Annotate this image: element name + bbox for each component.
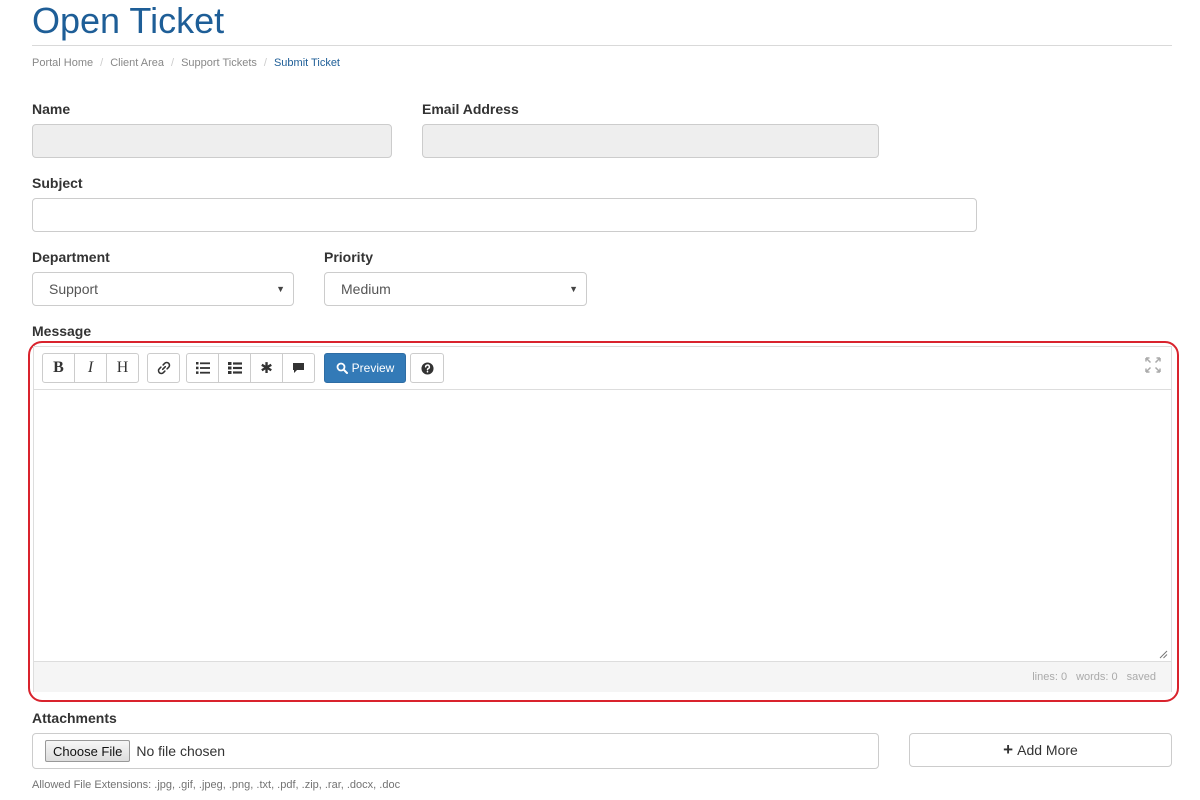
numbered-list-button[interactable] <box>218 353 251 383</box>
quote-button[interactable] <box>282 353 315 383</box>
add-more-button[interactable]: + Add More <box>909 733 1172 767</box>
caret-down-icon: ▼ <box>569 284 578 294</box>
priority-selected-value: Medium <box>341 281 391 297</box>
question-circle-icon <box>420 361 434 375</box>
title-divider <box>32 45 1172 46</box>
email-field[interactable] <box>422 124 879 158</box>
line-count: lines: 0 <box>1032 671 1068 683</box>
link-icon <box>157 361 170 375</box>
search-icon <box>336 362 348 374</box>
department-label: Department <box>32 249 110 265</box>
department-selected-value: Support <box>49 281 99 297</box>
editor-statusbar: lines: 0 words: 0 saved <box>34 661 1171 692</box>
breadcrumb-separator: / <box>171 57 175 69</box>
message-textarea[interactable] <box>34 390 1171 661</box>
markdown-editor: B I H ✱ Preview lines: 0 words: 0 saved <box>33 346 1172 692</box>
allowed-extensions-text: Allowed File Extensions: .jpg, .gif, .jp… <box>32 779 401 791</box>
heading-button[interactable]: H <box>106 353 139 383</box>
format-button-group: B I H <box>42 353 139 383</box>
add-more-label: Add More <box>1017 742 1078 758</box>
department-select[interactable]: Support ▼ <box>32 272 294 306</box>
attachments-label: Attachments <box>32 710 117 726</box>
breadcrumb-separator: / <box>100 57 104 69</box>
file-input[interactable]: Choose File No file chosen <box>32 733 879 769</box>
message-label: Message <box>32 323 92 339</box>
asterisk-icon: ✱ <box>260 360 273 377</box>
breadcrumb: Portal Home / Client Area / Support Tickets /… <box>32 55 340 71</box>
editor-toolbar: B I H ✱ Preview <box>34 347 1171 390</box>
breadcrumb-client-area[interactable]: Client Area <box>110 57 164 69</box>
choose-file-button[interactable]: Choose File <box>45 740 131 762</box>
breadcrumb-support-tickets[interactable]: Support Tickets <box>181 57 257 69</box>
help-button[interactable] <box>410 353 444 383</box>
name-field[interactable] <box>32 124 392 158</box>
italic-button[interactable]: I <box>74 353 107 383</box>
breadcrumb-separator: / <box>263 57 267 69</box>
asterisk-button[interactable]: ✱ <box>250 353 283 383</box>
preview-button[interactable]: Preview <box>324 353 406 383</box>
numbered-list-icon <box>227 362 242 374</box>
save-status: saved <box>1126 671 1156 683</box>
link-button-group <box>147 353 180 383</box>
breadcrumb-portal-home[interactable]: Portal Home <box>32 57 93 69</box>
file-status: No file chosen <box>136 743 226 759</box>
bullet-list-icon <box>195 362 210 374</box>
expand-icon[interactable] <box>1145 357 1161 373</box>
open-ticket-page: Open Ticket Portal Home / Client Area / Supp… <box>0 0 1200 800</box>
preview-label: Preview <box>351 361 395 375</box>
resize-handle-icon[interactable] <box>1159 650 1168 659</box>
word-count: words: 0 <box>1076 671 1118 683</box>
link-button[interactable] <box>147 353 180 383</box>
subject-input[interactable] <box>32 198 977 232</box>
name-label: Name <box>32 101 71 117</box>
subject-label: Subject <box>32 175 83 191</box>
bullet-list-button[interactable] <box>186 353 219 383</box>
page-title: Open Ticket <box>32 0 225 41</box>
email-label: Email Address <box>422 101 519 117</box>
breadcrumb-current: Submit Ticket <box>273 57 340 69</box>
list-button-group: ✱ <box>186 353 315 383</box>
priority-select[interactable]: Medium ▼ <box>324 272 587 306</box>
plus-icon: + <box>1003 740 1014 759</box>
caret-down-icon: ▼ <box>276 284 285 294</box>
priority-label: Priority <box>324 249 374 265</box>
bold-button[interactable]: B <box>42 353 75 383</box>
comment-icon <box>293 363 304 373</box>
